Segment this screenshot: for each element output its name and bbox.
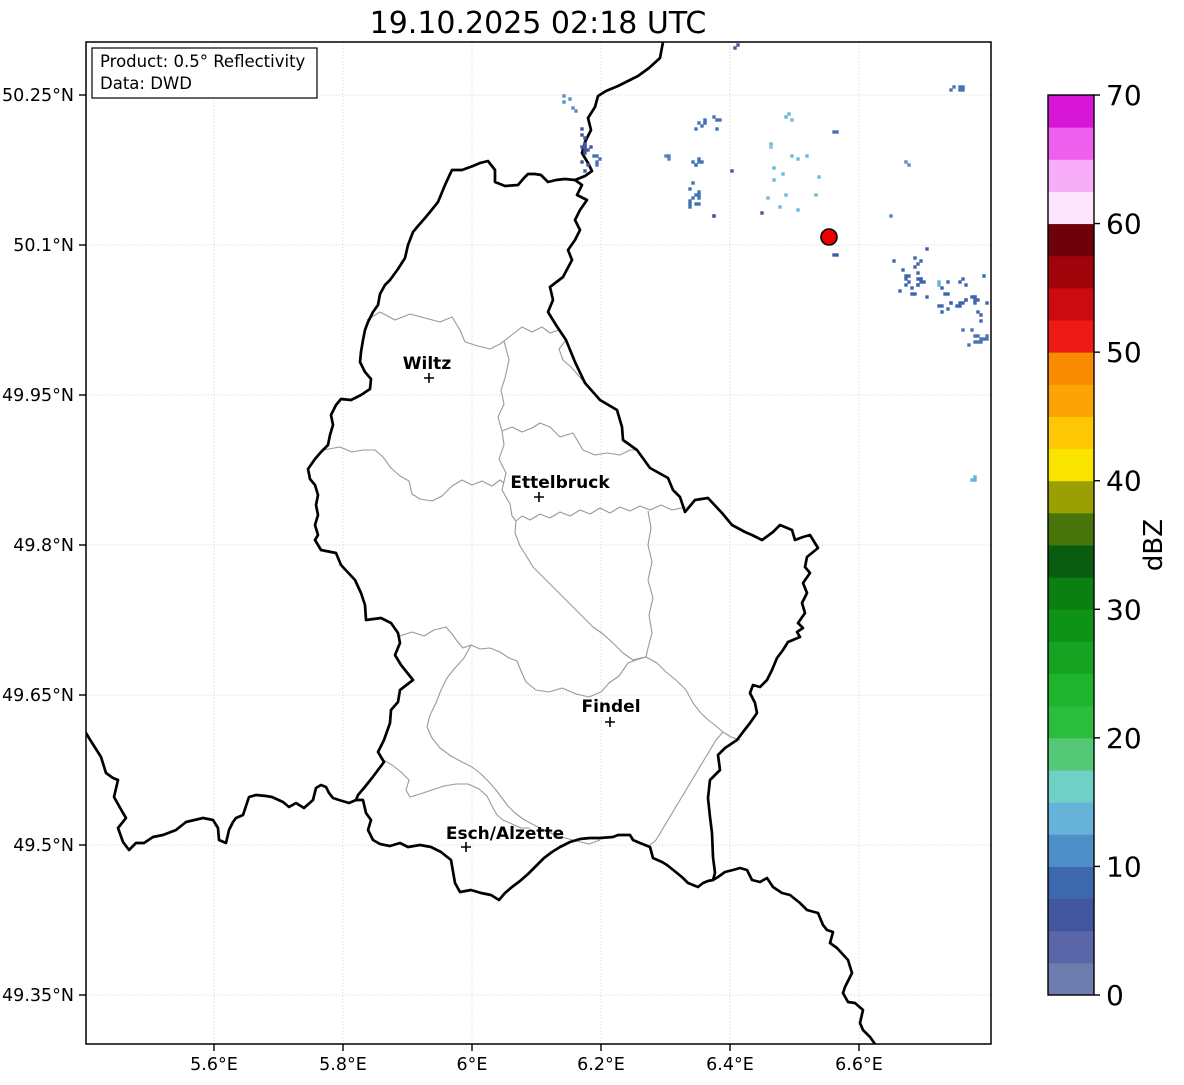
x-tick-label: 6°E [457,1055,488,1075]
city-label: Esch/Alzette [446,824,564,844]
colorbar-segment [1048,866,1094,899]
plot-area [86,42,991,1044]
colorbar-segment [1048,545,1094,578]
colorbar-segment [1048,384,1094,417]
figure-title: 19.10.2025 02:18 UTC [370,6,707,41]
y-tick-label: 49.65°N [2,686,74,706]
y-tick-label: 49.5°N [13,836,74,856]
y-tick-label: 49.8°N [13,536,74,556]
colorbar-segment [1048,159,1094,192]
radar-figure: 19.10.2025 02:18 UTC [0,0,1184,1081]
x-tick-label: 6.2°E [577,1055,625,1075]
echo-cluster [760,211,763,214]
colorbar-segment [1048,674,1094,707]
colorbar-segment [1048,449,1094,482]
y-tick-label: 50.1°N [13,236,74,256]
product-info-box: Product: 0.5° Reflectivity Data: DWD [92,48,317,98]
colorbar-segment [1048,706,1094,739]
city-label: Wiltz [403,354,452,374]
colorbar-segment [1048,770,1094,803]
city-label: Ettelbruck [510,473,610,493]
colorbar-tick-label: 60 [1106,208,1142,241]
colorbar-segment [1048,481,1094,514]
colorbar-segment [1048,352,1094,385]
colorbar-segment [1048,738,1094,771]
y-tick-label: 49.35°N [2,986,74,1006]
x-tick-label: 6.4°E [706,1055,754,1075]
radar-map-canvas: 19.10.2025 02:18 UTC [0,0,1184,1081]
y-tick-label: 50.25°N [2,86,74,106]
x-tick-label: 5.8°E [319,1055,367,1075]
colorbar-tick-label: 70 [1106,79,1142,112]
echo-cluster [937,280,940,286]
colorbar-tick-label: 30 [1106,593,1142,626]
product-info-line2: Data: DWD [100,74,192,93]
colorbar: 0 10 20 30 40 50 60 70 [1048,79,1142,1012]
echo-cluster [769,145,772,148]
product-info-line1: Product: 0.5° Reflectivity [100,52,306,71]
colorbar-segment [1048,931,1094,964]
x-tick-label: 6.6°E [835,1055,883,1075]
city-label: Findel [581,697,640,717]
colorbar-segment [1048,191,1094,224]
colorbar-segment [1048,256,1094,289]
echo-cluster [889,214,892,217]
echo-cluster [712,214,715,217]
x-tick-label: 5.6°E [190,1055,238,1075]
echo-cluster [925,247,928,250]
colorbar-segment [1048,288,1094,321]
colorbar-axis-label: dBZ [1139,519,1169,571]
radar-site-dot [821,229,837,245]
colorbar-segment [1048,416,1094,449]
colorbar-segment [1048,641,1094,674]
colorbar-tick-label: 10 [1106,850,1142,883]
colorbar-segment [1048,834,1094,867]
echo-cluster [730,169,733,172]
colorbar-segment [1048,224,1094,257]
colorbar-segment [1048,802,1094,835]
colorbar-segment [1048,963,1094,996]
colorbar-tick-label: 50 [1106,336,1142,369]
colorbar-segment [1048,609,1094,642]
x-axis: 5.6°E 5.8°E 6°E 6.2°E 6.4°E 6.6°E [190,1044,883,1075]
colorbar-segment [1048,95,1094,128]
y-tick-label: 49.95°N [2,386,74,406]
echo-cluster [832,130,838,133]
colorbar-segment [1048,320,1094,353]
colorbar-segment [1048,899,1094,932]
colorbar-tick-label: 40 [1106,465,1142,498]
y-axis: 50.25°N 50.1°N 49.95°N 49.8°N 49.65°N 49.5°N 4… [2,86,86,1006]
echo-cluster [832,253,838,256]
colorbar-segment [1048,513,1094,546]
colorbar-segment [1048,577,1094,610]
colorbar-tick-label: 20 [1106,722,1142,755]
colorbar-tick-label: 0 [1106,979,1124,1012]
colorbar-segment [1048,127,1094,160]
radar-site-layer [821,229,837,245]
